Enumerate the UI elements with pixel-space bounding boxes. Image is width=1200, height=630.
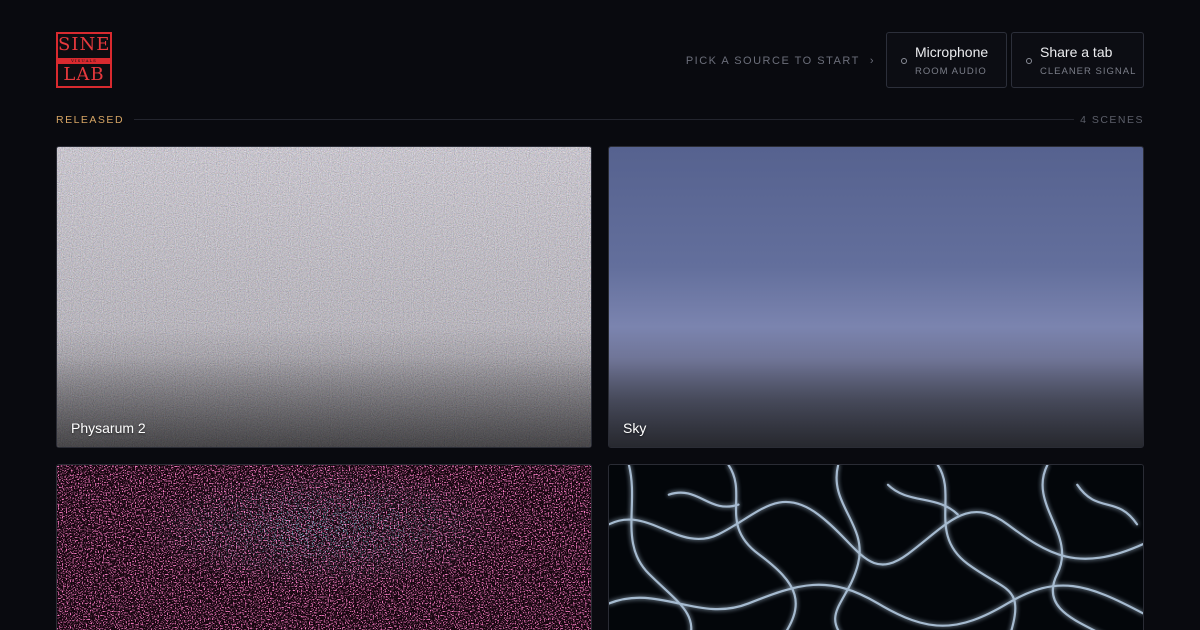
scene-card-veins[interactable]: [608, 464, 1144, 630]
share-tab-source-subtitle: CLEANER SIGNAL: [1040, 66, 1137, 77]
section-label-released: RELEASED: [56, 114, 125, 126]
logo-text-bottom: LAB: [63, 64, 105, 85]
scene-card-sky[interactable]: Sky: [608, 146, 1144, 448]
microphone-source-button[interactable]: Microphone ROOM AUDIO: [886, 32, 1007, 88]
scene-thumbnail: [609, 465, 1143, 630]
thumbnail-shade: [609, 357, 1143, 447]
section-divider: [134, 119, 1074, 120]
source-prompt-text: PICK A SOURCE TO START: [685, 55, 860, 67]
scene-card-particles[interactable]: [56, 464, 592, 630]
source-prompt: PICK A SOURCE TO START ›: [686, 55, 875, 67]
microphone-source-subtitle: ROOM AUDIO: [915, 66, 987, 77]
scene-card-physarum-2[interactable]: Physarum 2: [56, 146, 592, 448]
radio-circle-icon: [901, 58, 907, 64]
sinelab-logo[interactable]: SINE VISUALS LAB: [56, 32, 112, 88]
scene-card-label: Sky: [623, 420, 647, 436]
microphone-source-title: Microphone: [915, 44, 989, 60]
chevron-right-icon: ›: [869, 55, 875, 67]
radio-circle-icon: [1026, 58, 1032, 64]
scene-count: 4 SCENES: [1080, 114, 1144, 126]
logo-text-top: SINE: [58, 34, 111, 55]
scene-thumbnail: [57, 465, 591, 630]
scene-card-label: Physarum 2: [71, 420, 146, 436]
share-tab-source-title: Share a tab: [1040, 44, 1113, 60]
share-tab-source-button[interactable]: Share a tab CLEANER SIGNAL: [1011, 32, 1144, 88]
